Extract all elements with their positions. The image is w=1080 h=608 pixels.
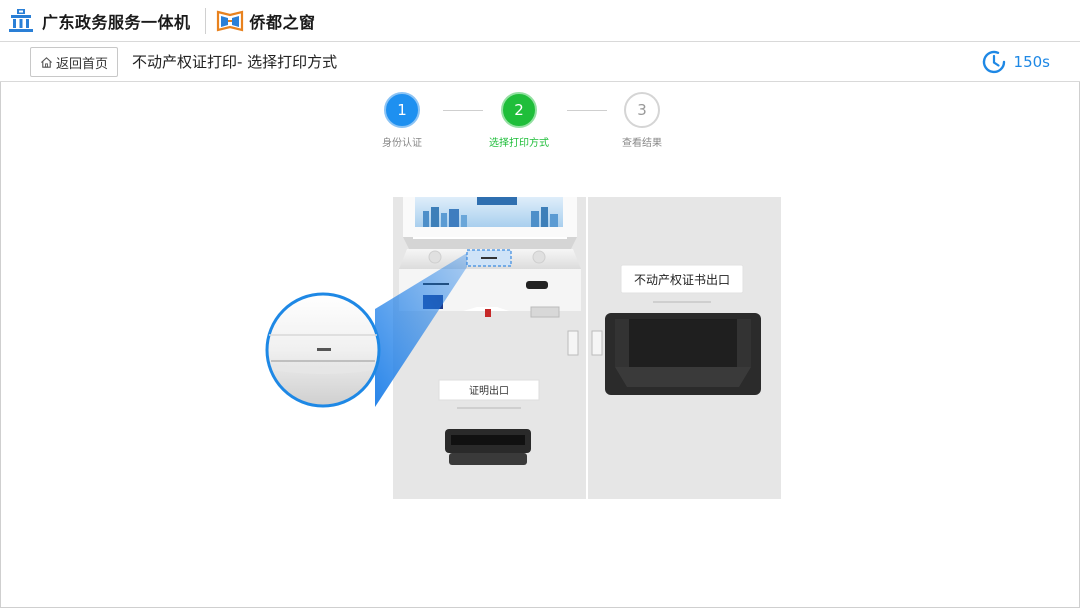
property-outlet-underline <box>653 301 711 303</box>
clock-icon <box>982 50 1005 74</box>
countdown-value: 150s <box>1013 53 1050 71</box>
step-number: 3 <box>624 92 660 128</box>
qiaodu-window-logo-icon <box>216 10 243 32</box>
step-result: 3 查看结果 <box>592 92 692 149</box>
step-label: 身份认证 <box>382 138 422 149</box>
back-home-label: 返回首页 <box>55 56 108 72</box>
property-outlet-label: 不动产权证书出口 <box>634 273 730 287</box>
step-identity: 1 身份认证 <box>352 92 452 149</box>
kiosk-illustration: 证明出口 不动产权证书出口 <box>265 197 781 499</box>
kiosk-divider <box>586 197 588 499</box>
kiosk-handle <box>567 330 579 356</box>
progress-steps: 1 身份认证 2 选择打印方式 3 查看结果 <box>0 92 1080 152</box>
step-label: 查看结果 <box>622 138 662 149</box>
sub-header: 返回首页 不动产权证打印- 选择打印方式 150s <box>0 42 1080 82</box>
home-icon <box>41 56 52 68</box>
cert-outlet-slot <box>445 429 531 465</box>
page-title: 不动产权证打印- 选择打印方式 <box>132 53 338 71</box>
magnifier-lens <box>265 292 381 408</box>
government-service-logo-icon <box>9 9 33 32</box>
step-label: 选择打印方式 <box>489 138 549 149</box>
step-number: 2 <box>501 92 537 128</box>
kiosk-handle <box>591 330 603 356</box>
step-print-method: 2 选择打印方式 <box>469 92 569 149</box>
back-home-button[interactable]: 返回首页 <box>30 47 118 77</box>
brand-area: 广东政务服务一体机 侨都之窗 <box>8 7 316 35</box>
top-header: 广东政务服务一体机 侨都之窗 <box>0 0 1080 42</box>
property-outlet-slot <box>605 313 761 395</box>
countdown-timer: 150s <box>980 47 1050 77</box>
step-number: 1 <box>384 92 420 128</box>
brand-name: 广东政务服务一体机 <box>42 13 191 32</box>
kiosk-screen <box>403 197 577 249</box>
partner-name: 侨都之窗 <box>249 13 316 32</box>
cert-outlet-underline <box>457 407 521 409</box>
cert-outlet-label: 证明出口 <box>469 384 509 397</box>
brand-divider <box>204 8 206 34</box>
